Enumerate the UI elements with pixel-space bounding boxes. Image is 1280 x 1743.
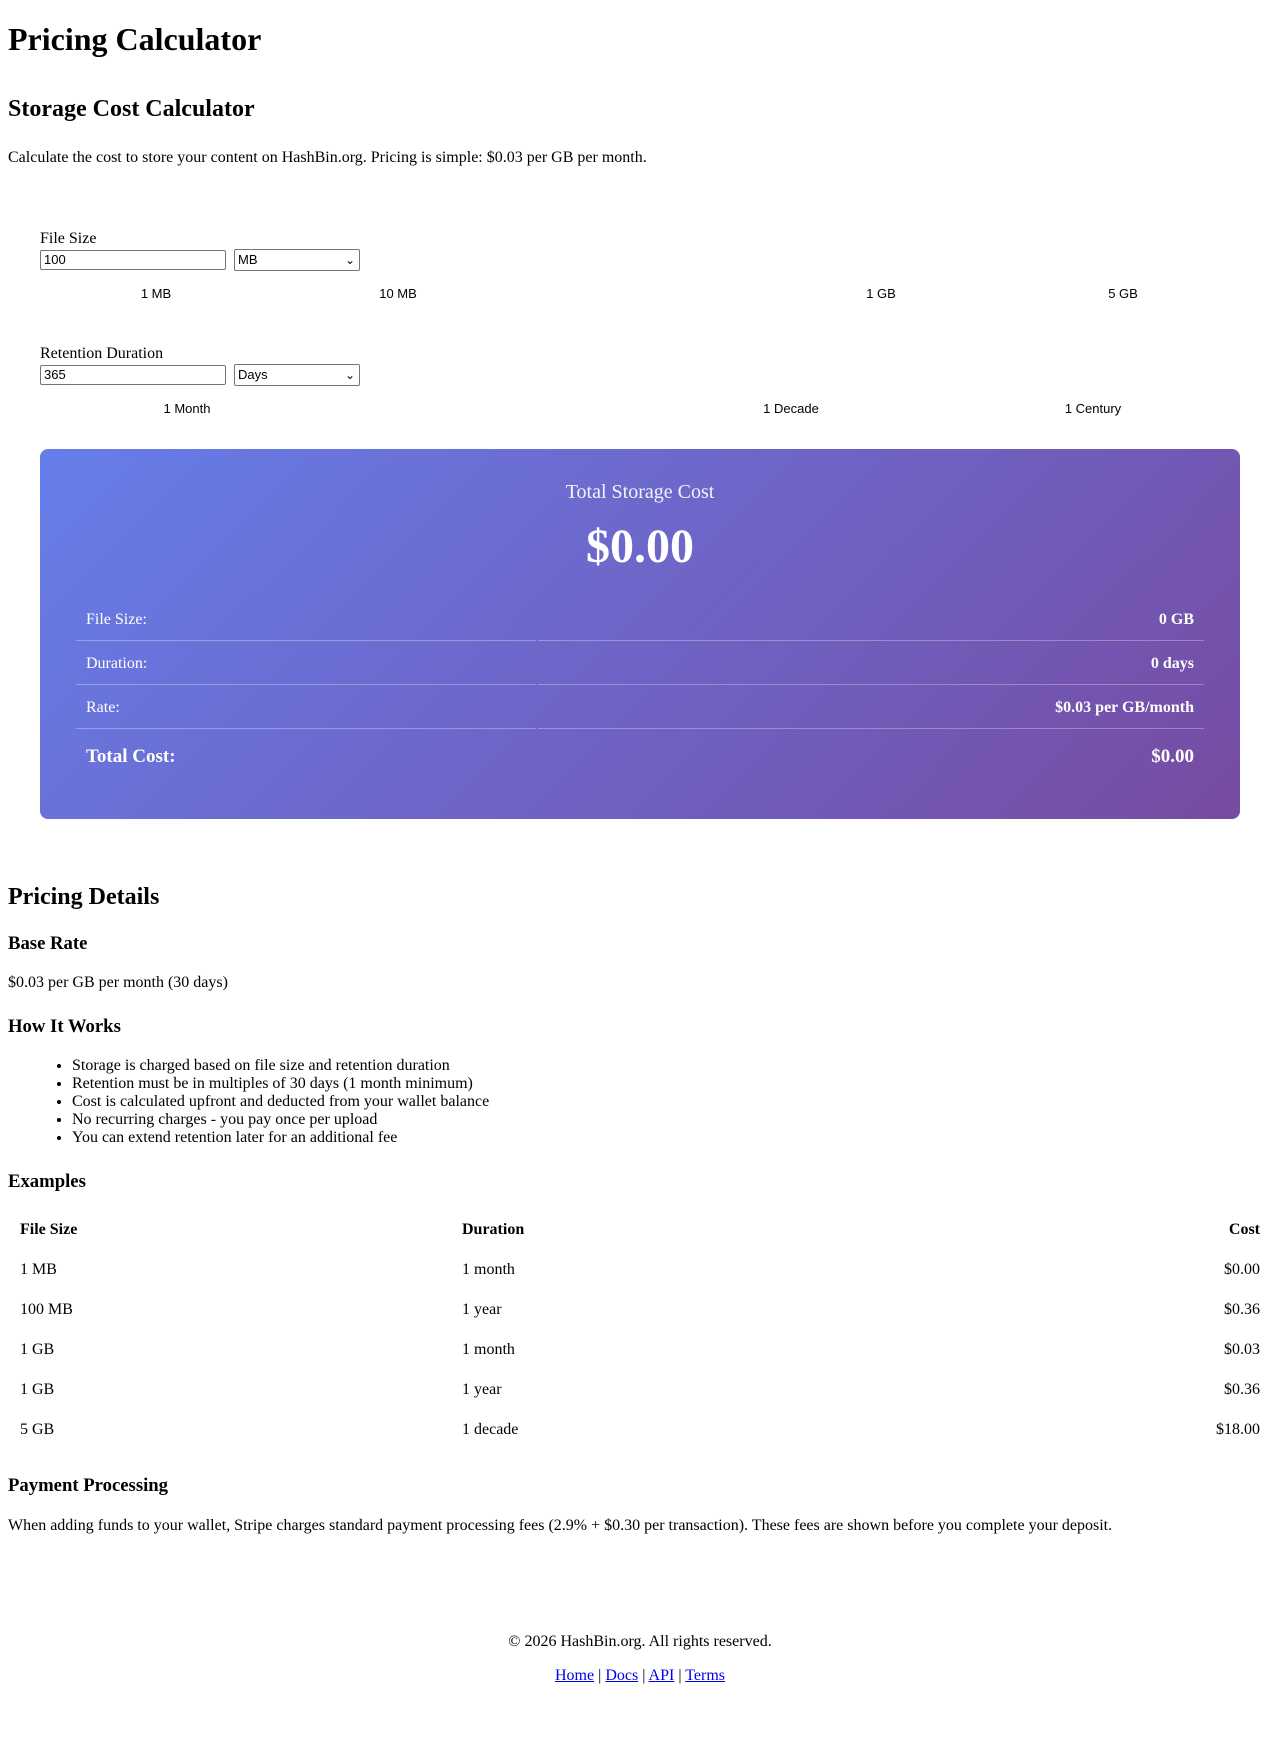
preset-1-month[interactable]: 1 Month	[164, 401, 211, 416]
cell-cost: $0.00	[1224, 1261, 1260, 1278]
preset-5gb[interactable]: 5 GB	[1108, 286, 1138, 301]
cell-cost: $18.00	[1216, 1421, 1260, 1438]
payment-processing-text: When adding funds to your wallet, Stripe…	[8, 1517, 1113, 1534]
file-size-unit-select[interactable]: MB ⌄	[234, 249, 360, 271]
file-size-input[interactable]: 100	[40, 250, 226, 270]
cell-cost: $0.36	[1224, 1301, 1260, 1318]
cell-file-size: 1 GB	[20, 1341, 55, 1358]
page: Pricing Calculator Storage Cost Calculat…	[0, 0, 1280, 1685]
table-row: 100 MB 1 year $0.36	[10, 1291, 1270, 1329]
file-size-group: File Size 100 MB ⌄ 1 MB 10 MB 1 GB 5 GB	[40, 230, 1240, 302]
preset-10mb[interactable]: 10 MB	[379, 286, 417, 301]
result-card: Total Storage Cost $0.00 File Size: 0 GB…	[40, 449, 1240, 819]
examples-table: File Size Duration Cost 1 MB 1 month $0.…	[8, 1209, 1272, 1451]
footer-links: Home | Docs | API | Terms	[8, 1667, 1272, 1685]
preset-1gb[interactable]: 1 GB	[866, 286, 896, 301]
cell-file-size: 100 MB	[20, 1301, 73, 1318]
file-size-unit-value: MB	[238, 252, 258, 267]
breakdown-label: Duration:	[76, 643, 536, 685]
table-row: 5 GB 1 decade $18.00	[10, 1411, 1270, 1449]
preset-1-century[interactable]: 1 Century	[1065, 401, 1121, 416]
cell-file-size: 5 GB	[20, 1421, 55, 1438]
cell-duration: 1 month	[462, 1341, 515, 1358]
table-header-row: File Size Duration Cost	[10, 1211, 1270, 1249]
cell-duration: 1 year	[462, 1381, 502, 1398]
how-it-works-list: Storage is charged based on file size an…	[8, 1057, 1272, 1147]
duration-input[interactable]: 365	[40, 365, 226, 385]
footer-link-home[interactable]: Home	[555, 1667, 594, 1684]
breakdown-total-row: Total Cost: $0.00	[76, 731, 1204, 783]
duration-label: Retention Duration	[40, 345, 164, 362]
list-item: Storage is charged based on file size an…	[72, 1057, 1272, 1075]
footer-link-docs[interactable]: Docs	[605, 1667, 638, 1684]
link-separator: |	[642, 1667, 646, 1684]
duration-presets: 1 Month 1 Decade 1 Century	[40, 401, 1240, 417]
duration-group: Retention Duration 365 Days ⌄ 1 Month 1 …	[40, 345, 1240, 417]
preset-1-decade[interactable]: 1 Decade	[763, 401, 819, 416]
file-size-label: File Size	[40, 230, 97, 247]
breakdown-label: File Size:	[76, 599, 536, 641]
page-title: Pricing Calculator	[8, 21, 262, 57]
footer-link-api[interactable]: API	[649, 1667, 675, 1684]
list-item: Retention must be in multiples of 30 day…	[72, 1075, 1272, 1093]
cell-file-size: 1 MB	[20, 1261, 57, 1278]
breakdown-label: Rate:	[76, 687, 536, 729]
list-item: Cost is calculated upfront and deducted …	[72, 1093, 1272, 1111]
column-header-cost: Cost	[1228, 1221, 1260, 1238]
calculator-heading: Storage Cost Calculator	[8, 96, 255, 122]
cell-file-size: 1 GB	[20, 1381, 55, 1398]
calculator-form: File Size 100 MB ⌄ 1 MB 10 MB 1 GB 5 GB …	[40, 230, 1240, 819]
base-rate-heading: Base Rate	[8, 933, 88, 954]
cell-duration: 1 year	[462, 1301, 502, 1318]
result-label: Total Storage Cost	[565, 481, 715, 503]
breakdown-value: $0.03 per GB/month	[537, 687, 1204, 729]
breakdown-value: 0 days	[537, 643, 1204, 685]
table-row: 1 GB 1 year $0.36	[10, 1371, 1270, 1409]
copyright-text: © 2026 HashBin.org. All rights reserved.	[508, 1633, 772, 1650]
total-cost-label: Total Cost:	[86, 746, 176, 767]
breakdown-row: File Size: 0 GB	[76, 599, 1204, 641]
preset-1mb[interactable]: 1 MB	[141, 286, 171, 301]
footer: © 2026 HashBin.org. All rights reserved.…	[8, 1633, 1272, 1685]
file-size-presets: 1 MB 10 MB 1 GB 5 GB	[40, 286, 1240, 302]
footer-link-terms[interactable]: Terms	[685, 1667, 725, 1684]
link-separator: |	[598, 1667, 602, 1684]
breakdown-row: Duration: 0 days	[76, 643, 1204, 685]
chevron-down-icon: ⌄	[344, 368, 355, 382]
pricing-details-heading: Pricing Details	[8, 884, 160, 910]
list-item: You can extend retention later for an ad…	[72, 1129, 1272, 1147]
cell-duration: 1 month	[462, 1261, 515, 1278]
cost-breakdown: File Size: 0 GB Duration: 0 days Rate: $…	[74, 597, 1206, 785]
link-separator: |	[678, 1667, 682, 1684]
column-header-file-size: File Size	[20, 1221, 78, 1238]
examples-heading: Examples	[8, 1171, 86, 1192]
cell-cost: $0.36	[1224, 1381, 1260, 1398]
duration-unit-value: Days	[238, 367, 268, 382]
column-header-duration: Duration	[462, 1221, 525, 1238]
how-it-works-heading: How It Works	[8, 1016, 121, 1037]
chevron-down-icon: ⌄	[344, 253, 355, 267]
base-rate-text: $0.03 per GB per month (30 days)	[8, 974, 228, 991]
result-amount: $0.00	[586, 520, 694, 573]
duration-unit-select[interactable]: Days ⌄	[234, 364, 360, 386]
breakdown-row: Rate: $0.03 per GB/month	[76, 687, 1204, 729]
table-row: 1 MB 1 month $0.00	[10, 1251, 1270, 1289]
list-item: No recurring charges - you pay once per …	[72, 1111, 1272, 1129]
cell-cost: $0.03	[1224, 1341, 1260, 1358]
calculator-description: Calculate the cost to store your content…	[8, 149, 647, 166]
breakdown-value: 0 GB	[537, 599, 1204, 641]
table-row: 1 GB 1 month $0.03	[10, 1331, 1270, 1369]
total-cost-value: $0.00	[1151, 746, 1194, 767]
cell-duration: 1 decade	[462, 1421, 519, 1438]
payment-processing-heading: Payment Processing	[8, 1475, 169, 1496]
